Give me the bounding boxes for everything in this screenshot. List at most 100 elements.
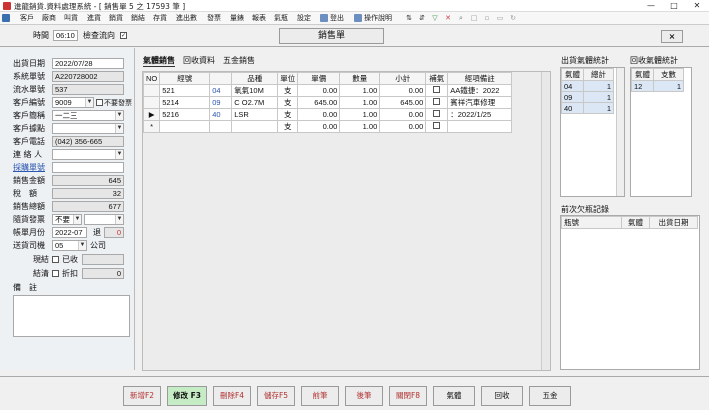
delete-record-icon[interactable]: ▫ bbox=[483, 14, 491, 22]
chevron-down-icon[interactable]: ▼ bbox=[115, 215, 123, 224]
gas-button[interactable]: 氣體 bbox=[433, 386, 475, 406]
menu-cylinder[interactable]: 氣瓶 bbox=[274, 13, 288, 24]
cell-price[interactable]: 0.00 bbox=[297, 84, 341, 97]
menu-sales-close[interactable]: 銷結 bbox=[131, 13, 145, 24]
close-window-button[interactable]: ✕ bbox=[686, 0, 708, 12]
row-selector[interactable] bbox=[142, 84, 161, 97]
cell-unit[interactable]: 支 bbox=[277, 120, 299, 133]
cell-gas[interactable]: 09 bbox=[561, 91, 584, 103]
hardware-button[interactable]: 五金 bbox=[529, 386, 571, 406]
tab-hardware-sales[interactable]: 五金銷售 bbox=[223, 56, 255, 66]
ship-date-field[interactable]: 2022/07/28 bbox=[52, 58, 124, 69]
cell-name[interactable] bbox=[231, 120, 279, 133]
clear-filter-icon[interactable]: ✕ bbox=[444, 14, 452, 22]
table-row[interactable]: ▶ 5216 40 LSR 支 0.00 1.00 0.00 ：2022/1/2… bbox=[142, 108, 513, 121]
cell-qty[interactable]: 1.00 bbox=[339, 96, 381, 109]
cell-unit[interactable]: 支 bbox=[277, 108, 299, 121]
save-button[interactable]: 儲存F5 bbox=[257, 386, 295, 406]
menu-customer[interactable]: 客戶 bbox=[20, 13, 34, 24]
chevron-down-icon[interactable]: ▼ bbox=[115, 111, 123, 120]
menu-meter[interactable]: 量錶 bbox=[230, 13, 244, 24]
refill-checkbox[interactable] bbox=[433, 122, 441, 129]
chevron-down-icon[interactable]: ▼ bbox=[78, 241, 86, 250]
cell-code[interactable] bbox=[209, 120, 233, 133]
chevron-down-icon[interactable]: ▼ bbox=[73, 215, 81, 224]
cell-no[interactable] bbox=[159, 120, 211, 133]
cell-refill[interactable] bbox=[425, 108, 449, 121]
print-icon[interactable]: ▭ bbox=[496, 14, 504, 22]
next-record-button[interactable]: 後筆 bbox=[345, 386, 383, 406]
table-row[interactable]: 12 1 bbox=[631, 80, 684, 92]
purchase-no-field[interactable] bbox=[52, 162, 124, 173]
cell-gas[interactable]: 12 bbox=[631, 80, 654, 92]
cell-refill[interactable] bbox=[425, 84, 449, 97]
month-field[interactable]: 2022-07 bbox=[52, 227, 87, 238]
cell-refill[interactable] bbox=[425, 120, 449, 133]
recycle-button[interactable]: 回收 bbox=[481, 386, 523, 406]
cell-qty[interactable]: 1.00 bbox=[339, 84, 381, 97]
remarks-field[interactable] bbox=[13, 295, 130, 337]
cell-no[interactable]: 521 bbox=[159, 84, 211, 97]
menu-stock[interactable]: 存貨 bbox=[153, 13, 167, 24]
menu-logout[interactable]: 登出 bbox=[330, 13, 344, 24]
table-row[interactable]: 521 04 氧氣10M 支 0.00 1.00 0.00 AA鐵捷：2022 bbox=[142, 84, 513, 97]
cell-price[interactable]: 0.00 bbox=[297, 108, 341, 121]
chevron-down-icon[interactable]: ▼ bbox=[115, 150, 123, 159]
cell-total[interactable]: 1 bbox=[583, 80, 614, 92]
time-field[interactable]: 06:10 bbox=[53, 30, 78, 41]
cell-note[interactable]: 賓祥汽車修理 bbox=[447, 96, 513, 109]
menu-help[interactable]: 操作說明 bbox=[364, 13, 392, 24]
cell-no[interactable]: 5216 bbox=[159, 108, 211, 121]
find-icon[interactable]: ⌕ bbox=[457, 14, 465, 22]
cell-name[interactable]: LSR bbox=[231, 108, 279, 121]
form-title-button[interactable]: 銷售單 bbox=[279, 28, 384, 44]
driver-field[interactable]: 05 ▼ bbox=[52, 240, 87, 251]
cell-unit[interactable]: 支 bbox=[277, 84, 299, 97]
current-row-icon[interactable]: ▶ bbox=[142, 108, 161, 121]
table-row[interactable]: 09 1 bbox=[561, 91, 614, 103]
chevron-down-icon[interactable]: ▼ bbox=[85, 98, 93, 107]
refill-checkbox[interactable] bbox=[433, 86, 441, 93]
row-selector[interactable] bbox=[142, 96, 161, 109]
check-flow-checkbox[interactable]: ✓ bbox=[120, 32, 127, 39]
menu-order[interactable]: 叫貨 bbox=[64, 13, 78, 24]
invoice-extra-field[interactable]: ▼ bbox=[84, 214, 124, 225]
cell-name[interactable]: C O2.7M bbox=[231, 96, 279, 109]
cell-total[interactable]: 1 bbox=[583, 102, 614, 114]
menu-inout[interactable]: 進出數 bbox=[176, 13, 197, 24]
refill-checkbox[interactable] bbox=[433, 110, 441, 117]
chevron-down-icon[interactable]: ▼ bbox=[115, 124, 123, 133]
close-button[interactable]: 關閉F8 bbox=[389, 386, 427, 406]
cell-code[interactable]: 40 bbox=[209, 108, 233, 121]
invoice-field[interactable]: 不要 ▼ bbox=[52, 214, 82, 225]
refill-checkbox[interactable] bbox=[433, 98, 441, 105]
cust-addr-field[interactable]: ▼ bbox=[52, 123, 124, 134]
cell-price[interactable]: 645.00 bbox=[297, 96, 341, 109]
cell-code[interactable]: 09 bbox=[209, 96, 233, 109]
menu-vendor[interactable]: 廠商 bbox=[42, 13, 56, 24]
table-row-new[interactable]: * 支 0.00 1.00 0.00 bbox=[142, 120, 513, 133]
settle-checkbox[interactable] bbox=[52, 270, 59, 277]
cell-code[interactable]: 04 bbox=[209, 84, 233, 97]
sort-desc-icon[interactable]: ⇵ bbox=[418, 14, 426, 22]
cell-qty[interactable]: 1.00 bbox=[339, 120, 381, 133]
cell-count[interactable]: 1 bbox=[653, 80, 684, 92]
cell-price[interactable]: 0.00 bbox=[297, 120, 341, 133]
cust-no-field[interactable]: 9009 ▼ bbox=[52, 97, 94, 108]
ship-stats-scrollbar[interactable] bbox=[616, 68, 624, 196]
menu-icon[interactable] bbox=[2, 14, 10, 22]
cell-refill[interactable] bbox=[425, 96, 449, 109]
table-row[interactable]: 5214 09 C O2.7M 支 645.00 1.00 645.00 賓祥汽… bbox=[142, 96, 513, 109]
edit-button[interactable]: 修改 F3 bbox=[167, 386, 207, 406]
new-record-icon[interactable]: □ bbox=[470, 14, 478, 22]
add-button[interactable]: 新增F2 bbox=[123, 386, 161, 406]
prev-record-button[interactable]: 前筆 bbox=[301, 386, 339, 406]
menu-report[interactable]: 報表 bbox=[252, 13, 266, 24]
refresh-icon[interactable]: ↻ bbox=[509, 14, 517, 22]
cell-gas[interactable]: 04 bbox=[561, 80, 584, 92]
menu-invoice[interactable]: 發票 bbox=[207, 13, 221, 24]
contact-field[interactable]: ▼ bbox=[52, 149, 124, 160]
cell-note[interactable]: AA鐵捷：2022 bbox=[447, 84, 513, 97]
cash-checkbox[interactable] bbox=[52, 256, 59, 263]
purchase-no-link[interactable]: 採購單號 bbox=[13, 163, 45, 173]
